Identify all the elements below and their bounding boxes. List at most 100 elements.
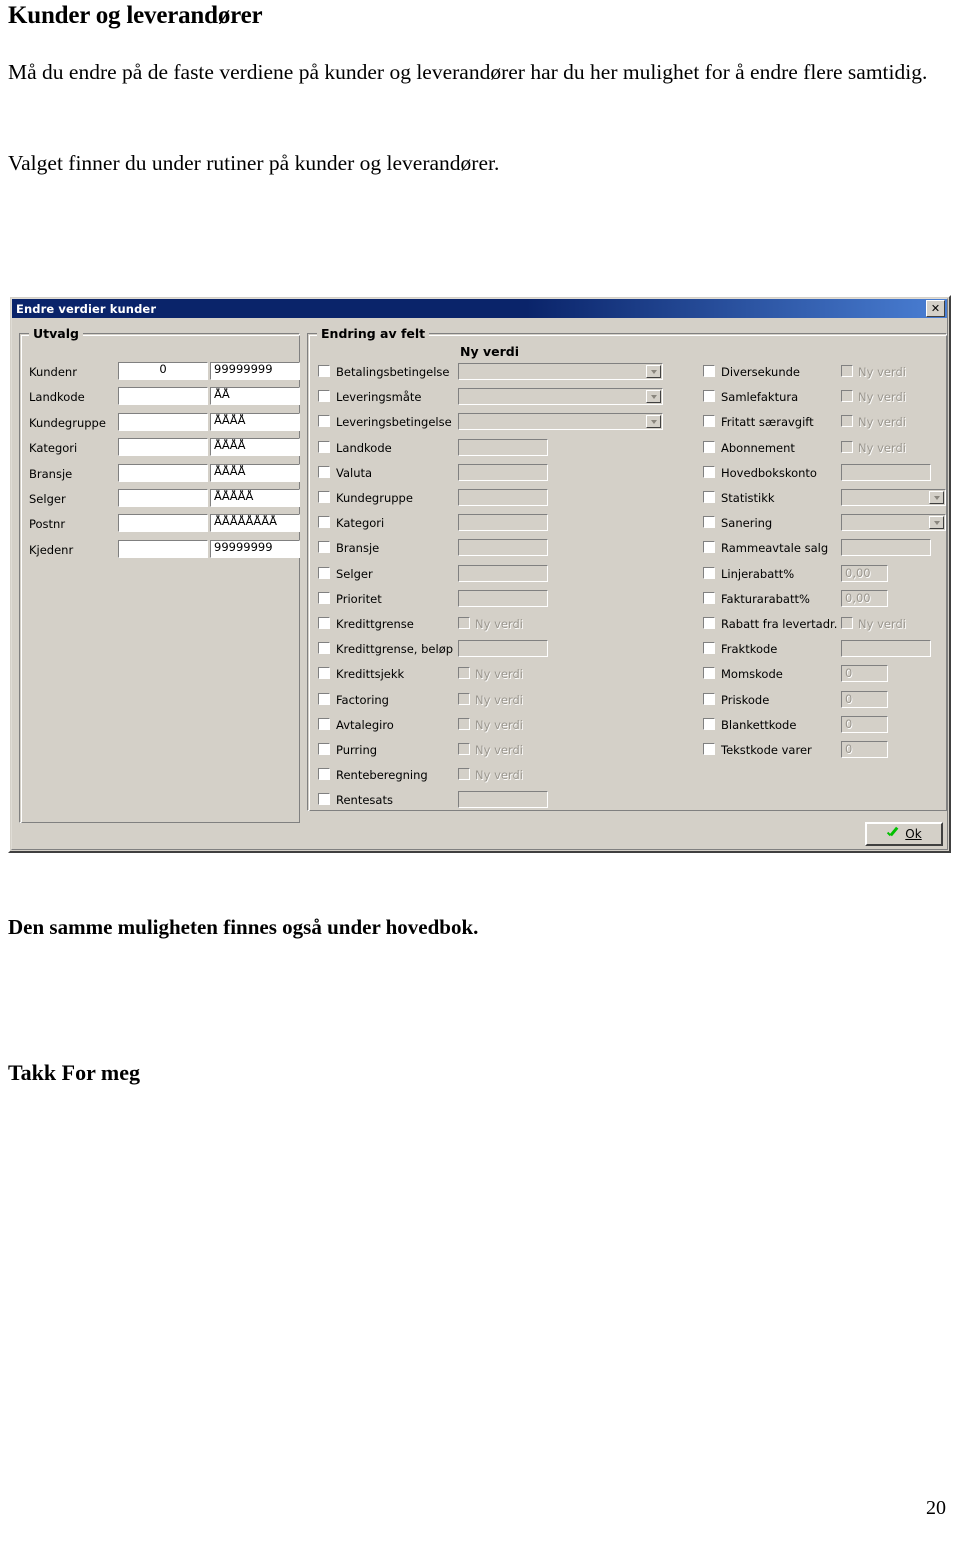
new-value-input[interactable] [458, 463, 548, 481]
utvalg-to-input[interactable]: ÅÅÅÅÅ [210, 489, 300, 507]
new-value-dropdown[interactable] [841, 514, 946, 532]
new-value-checkbox[interactable] [458, 743, 470, 755]
chevron-down-icon[interactable] [929, 491, 944, 504]
dialog-titlebar[interactable]: Endre verdier kunder ✕ [12, 299, 947, 318]
utvalg-from-input[interactable] [118, 438, 208, 457]
utvalg-to-input[interactable]: ÅÅ [210, 387, 300, 406]
utvalg-to-input[interactable]: ÅÅÅÅÅÅÅÅ [210, 514, 300, 533]
field-label: Sanering [721, 516, 773, 531]
new-value-input[interactable]: 0 [841, 690, 888, 708]
utvalg-to-input[interactable]: ÅÅÅÅ [210, 412, 300, 431]
new-value-input[interactable] [458, 640, 548, 658]
field-enable-checkbox[interactable] [318, 566, 330, 579]
new-value-checkbox[interactable] [841, 365, 853, 377]
field-enable-checkbox[interactable] [318, 743, 330, 755]
new-value-input[interactable]: 0,00 [841, 589, 888, 607]
new-value-dropdown[interactable] [458, 388, 663, 406]
field-enable-checkbox[interactable] [318, 591, 330, 604]
field-enable-checkbox[interactable] [318, 692, 330, 705]
field-enable-checkbox[interactable] [318, 768, 330, 781]
new-value-checkbox[interactable] [458, 768, 470, 781]
field-enable-checkbox[interactable] [703, 667, 715, 680]
field-enable-checkbox[interactable] [703, 390, 715, 403]
chevron-down-icon[interactable] [646, 365, 661, 378]
new-value-checkbox[interactable] [841, 390, 853, 403]
new-value-input[interactable]: 0,00 [841, 564, 888, 582]
chevron-down-icon[interactable] [646, 390, 661, 404]
new-value-input[interactable] [458, 791, 548, 809]
utvalg-to-input[interactable]: ÅÅÅÅ [210, 438, 300, 457]
field-enable-checkbox[interactable] [703, 591, 715, 604]
field-enable-checkbox[interactable] [703, 692, 715, 705]
new-value-dropdown[interactable] [458, 413, 663, 431]
new-value-input[interactable] [458, 489, 548, 506]
field-enable-checkbox[interactable] [703, 566, 715, 579]
field-enable-checkbox[interactable] [703, 440, 715, 453]
field-enable-checkbox[interactable] [318, 491, 330, 503]
new-value-text: 0,00 [845, 565, 871, 580]
new-value-checkbox[interactable] [841, 617, 853, 629]
new-value-input[interactable] [841, 640, 931, 658]
field-enable-checkbox[interactable] [703, 365, 715, 377]
dialog-title: Endre verdier kunder [16, 301, 157, 316]
field-enable-checkbox[interactable] [318, 440, 330, 453]
field-label: Betalingsbetingelse [336, 365, 450, 379]
field-enable-checkbox[interactable] [703, 541, 715, 554]
field-enable-checkbox[interactable] [318, 667, 330, 680]
new-value-dropdown[interactable] [841, 489, 946, 506]
field-enable-checkbox[interactable] [703, 717, 715, 730]
new-value-input[interactable] [841, 539, 931, 557]
utvalg-to-input[interactable]: 99999999 [210, 362, 300, 380]
field-label: Rabatt fra levertadr. [721, 617, 838, 631]
new-value-input[interactable] [458, 438, 548, 456]
field-enable-checkbox[interactable] [318, 365, 330, 377]
field-enable-checkbox[interactable] [703, 415, 715, 428]
utvalg-to-input[interactable]: 99999999 [210, 539, 300, 558]
new-value-input[interactable] [458, 539, 548, 557]
field-enable-checkbox[interactable] [318, 793, 330, 806]
field-enable-checkbox[interactable] [703, 491, 715, 503]
utvalg-from-input[interactable]: 0 [118, 362, 208, 380]
utvalg-from-input[interactable] [118, 489, 208, 507]
ok-button[interactable]: Ok [865, 822, 943, 846]
new-value-input[interactable] [458, 514, 548, 532]
field-enable-checkbox[interactable] [703, 465, 715, 478]
new-value-text: 0 [845, 666, 853, 681]
new-value-checkbox[interactable] [458, 692, 470, 705]
field-label: Fakturarabatt% [721, 591, 810, 606]
new-value-input[interactable]: 0 [841, 741, 888, 758]
new-value-checkbox[interactable] [458, 617, 470, 629]
field-enable-checkbox[interactable] [318, 541, 330, 554]
field-enable-checkbox[interactable] [318, 465, 330, 478]
new-value-input[interactable]: 0 [841, 665, 888, 683]
new-value-input[interactable] [458, 589, 548, 607]
utvalg-from-input[interactable] [118, 539, 208, 558]
field-enable-checkbox[interactable] [703, 617, 715, 629]
field-enable-checkbox[interactable] [318, 642, 330, 655]
new-value-checkbox[interactable] [841, 440, 853, 453]
field-enable-checkbox[interactable] [318, 516, 330, 529]
field-enable-checkbox[interactable] [318, 415, 330, 428]
utvalg-from-input[interactable] [118, 514, 208, 533]
new-value-checkbox[interactable] [458, 717, 470, 730]
field-enable-checkbox[interactable] [703, 743, 715, 755]
field-enable-checkbox[interactable] [318, 617, 330, 629]
utvalg-to-input[interactable]: ÅÅÅÅ [210, 463, 300, 482]
new-value-input[interactable] [841, 463, 931, 481]
utvalg-row-label: Kundenr [29, 365, 77, 379]
new-value-checkbox[interactable] [841, 415, 853, 428]
new-value-checkbox[interactable] [458, 667, 470, 680]
utvalg-from-input[interactable] [118, 463, 208, 482]
chevron-down-icon[interactable] [929, 516, 944, 530]
utvalg-from-input[interactable] [118, 387, 208, 406]
new-value-input[interactable]: 0 [841, 715, 888, 733]
new-value-input[interactable] [458, 564, 548, 582]
chevron-down-icon[interactable] [646, 415, 661, 429]
close-icon[interactable]: ✕ [926, 300, 945, 317]
field-enable-checkbox[interactable] [318, 717, 330, 730]
field-enable-checkbox[interactable] [703, 516, 715, 529]
new-value-dropdown[interactable] [458, 363, 663, 380]
utvalg-from-input[interactable] [118, 412, 208, 431]
field-enable-checkbox[interactable] [703, 642, 715, 655]
field-enable-checkbox[interactable] [318, 390, 330, 403]
